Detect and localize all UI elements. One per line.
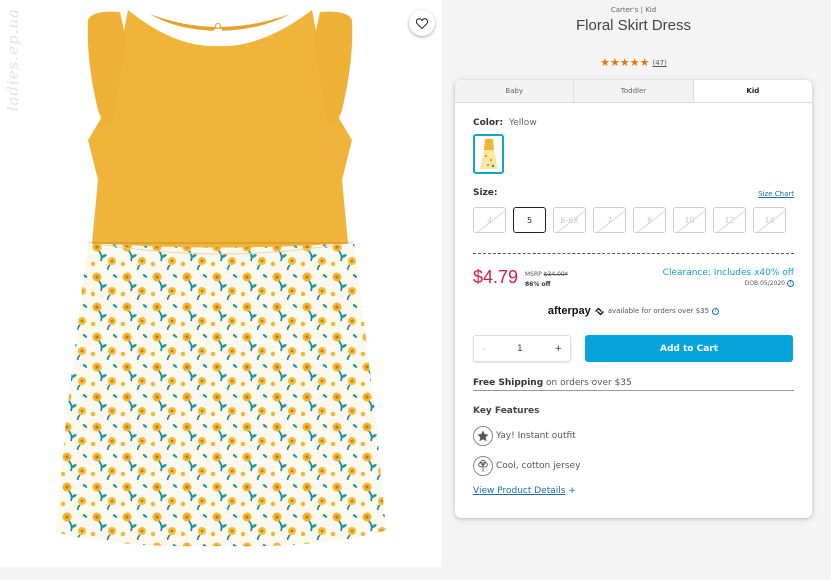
dress-thumbnail-icon: [479, 139, 498, 169]
star-rating-icon: ★★★★★: [600, 56, 650, 69]
color-row: Color: Yellow: [473, 118, 537, 128]
tab-baby[interactable]: Baby: [455, 80, 575, 102]
key-features-title: Key Features: [473, 406, 540, 416]
size-option-7[interactable]: 7: [593, 207, 626, 233]
msrp-block: MSRP $34.00* 86% off: [525, 270, 568, 290]
sale-price: $4.79: [473, 267, 519, 287]
heart-icon: [416, 17, 428, 29]
shipping-info: Free Shipping on orders over $35: [473, 378, 794, 391]
afterpay-text: available for orders over $35: [607, 307, 710, 315]
color-label: Color:: [473, 118, 504, 128]
tab-toddler[interactable]: Toddler: [574, 80, 694, 102]
size-options: 4 5 6-6X 7 8 10 12 14: [473, 207, 786, 233]
quantity-decrease-button[interactable]: -: [482, 344, 485, 354]
size-label: Size:: [473, 188, 498, 198]
view-product-details-link[interactable]: View Product Details: [473, 486, 565, 496]
purchase-card: Baby Toddler Kid Color: Yellow Size: Siz…: [455, 80, 812, 518]
msrp-label: MSRP: [525, 271, 542, 278]
age-group-tabs: Baby Toddler Kid: [455, 80, 812, 103]
feature-text: Cool, cotton jersey: [496, 461, 581, 471]
favorite-button[interactable]: [409, 10, 435, 36]
product-title: Floral Skirt Dress: [575, 17, 691, 34]
size-option-12[interactable]: 12: [713, 207, 746, 233]
discount-percent: 86% off: [525, 281, 551, 288]
clearance-text: Clearance: Includes x40% off: [662, 268, 794, 278]
review-count-link[interactable]: (47): [652, 59, 666, 67]
size-option-8[interactable]: 8: [633, 207, 666, 233]
dob-text: DOB 05/2020: [744, 280, 785, 287]
size-option-4[interactable]: 4: [473, 207, 506, 233]
product-image[interactable]: [0, 0, 441, 567]
quantity-increase-button[interactable]: +: [554, 344, 562, 354]
afterpay-info-icon[interactable]: i: [712, 307, 720, 315]
color-swatch-yellow[interactable]: [473, 134, 504, 174]
feature-item: Cool, cotton jersey: [473, 456, 580, 476]
divider: [473, 253, 794, 254]
color-value: Yellow: [508, 118, 537, 128]
quantity-stepper[interactable]: - 1 +: [473, 335, 571, 362]
msrp-value: $34.00*: [543, 271, 568, 278]
expand-plus-icon[interactable]: +: [568, 486, 576, 496]
product-info: Carter's | Kid Floral Skirt Dress ★★★★★ …: [441, 0, 831, 580]
add-to-cart-button[interactable]: Add to Cart: [585, 335, 793, 362]
product-image-panel: ladies.ep.ua: [0, 0, 441, 567]
size-option-14[interactable]: 14: [753, 207, 786, 233]
size-option-6-6x[interactable]: 6-6X: [553, 207, 586, 233]
dob-row: DOB 05/2020 i: [745, 280, 794, 287]
feature-item: Yay! Instant outfit: [473, 426, 576, 446]
info-icon[interactable]: i: [787, 280, 794, 287]
afterpay-logo: afterpay: [547, 305, 591, 317]
size-chart-link[interactable]: Size Chart: [758, 190, 794, 198]
product-details-row: View Product Details +: [473, 486, 576, 496]
size-option-10[interactable]: 10: [673, 207, 706, 233]
afterpay-row: afterpay available for orders over $35 i: [455, 305, 812, 317]
afterpay-arrows-icon: [594, 307, 604, 315]
tab-kid[interactable]: Kid: [693, 80, 812, 102]
quantity-value[interactable]: 1: [517, 344, 523, 354]
rating: ★★★★★ (47): [441, 56, 826, 69]
brand-breadcrumb[interactable]: Carter's | Kid: [441, 6, 826, 14]
size-option-5[interactable]: 5: [513, 207, 546, 233]
cotton-icon: [473, 456, 493, 476]
star-badge-icon: [473, 426, 493, 446]
shipping-rest: on orders over $35: [546, 378, 632, 388]
shipping-bold: Free Shipping: [473, 378, 544, 388]
feature-text: Yay! Instant outfit: [496, 431, 576, 441]
